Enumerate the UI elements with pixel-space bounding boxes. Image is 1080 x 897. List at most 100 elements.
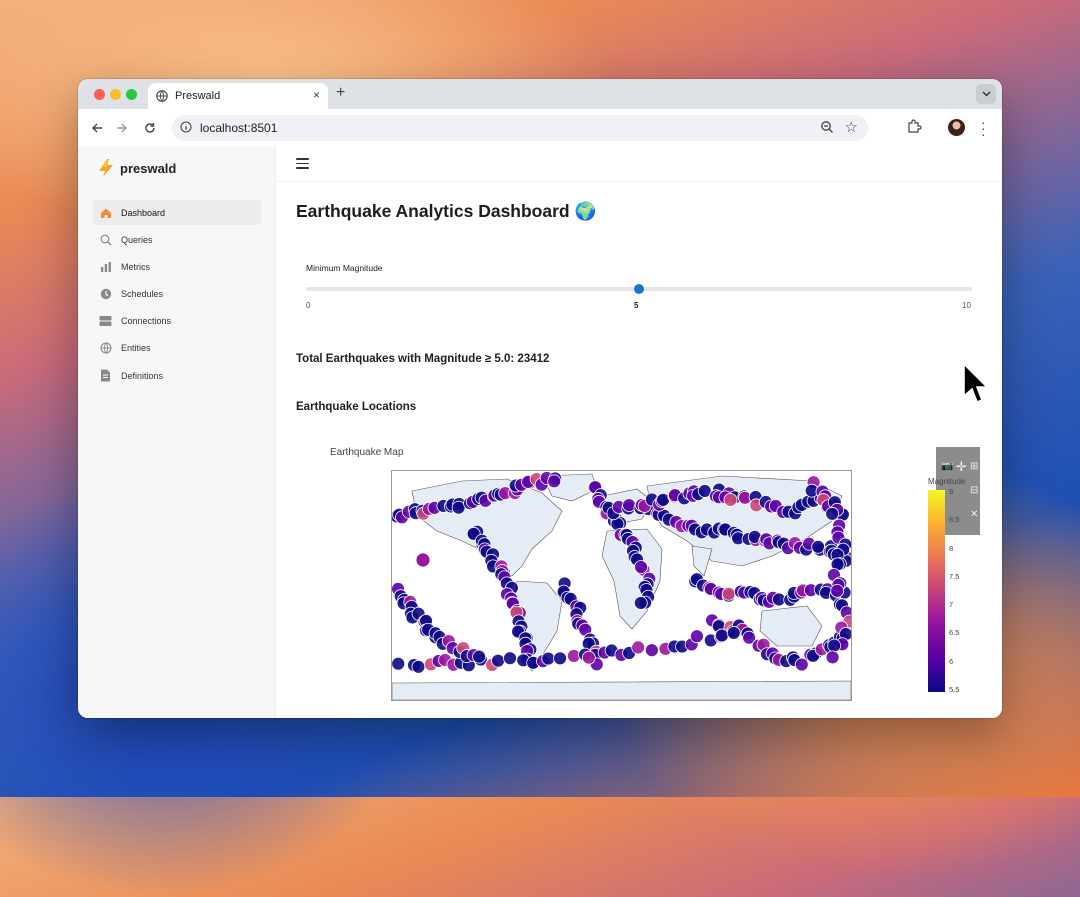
- back-button[interactable]: [87, 118, 107, 138]
- tab-strip: Preswald × +: [78, 79, 1002, 109]
- brand-name: preswald: [120, 160, 177, 176]
- globe-icon: [99, 342, 112, 355]
- url-text: localhost:8501: [200, 121, 278, 135]
- sidebar-item-label: Connections: [121, 316, 172, 327]
- browser-tab[interactable]: Preswald ×: [148, 83, 328, 109]
- zoom-in-icon[interactable]: ⊞: [970, 461, 978, 472]
- colorbar-tick: 8: [949, 543, 954, 553]
- chevron-down-icon: [982, 91, 990, 97]
- zoom-icon[interactable]: [820, 120, 834, 134]
- magnitude-slider[interactable]: [306, 284, 972, 294]
- database-icon: [99, 315, 112, 328]
- quake-point[interactable]: [547, 474, 562, 489]
- more-menu-icon[interactable]: · · ·: [981, 115, 986, 141]
- quake-point[interactable]: [715, 628, 729, 643]
- profile-avatar[interactable]: [948, 119, 965, 136]
- chart-title: Earthquake Map: [330, 447, 404, 458]
- page-title: Earthquake Analytics Dashboard 🌍: [296, 201, 597, 221]
- quake-point[interactable]: [726, 626, 741, 640]
- sidebar-item-metrics[interactable]: Metrics: [93, 254, 261, 279]
- colorbar-tick: 5.5: [949, 685, 960, 694]
- new-tab-button[interactable]: +: [336, 84, 345, 102]
- quake-point[interactable]: [723, 492, 738, 507]
- colorbar-tick: 7: [949, 600, 954, 610]
- quake-point[interactable]: [415, 552, 431, 568]
- sidebar-nav: Dashboard Queries Metrics Schedules Conn…: [93, 200, 261, 390]
- sidebar-item-dashboard[interactable]: Dashboard: [93, 200, 261, 225]
- quake-point[interactable]: [825, 506, 840, 521]
- slider-thumb[interactable]: [634, 284, 644, 294]
- document-icon: [99, 369, 112, 382]
- section-heading: Earthquake Locations: [296, 401, 417, 413]
- sidebar-item-queries[interactable]: Queries: [93, 227, 261, 252]
- sidebar: preswald Dashboard Queries Metrics Sched…: [78, 147, 276, 718]
- quake-point[interactable]: [631, 640, 646, 655]
- reload-icon: [145, 123, 155, 133]
- quake-point[interactable]: [472, 649, 487, 664]
- total-earthquakes-text: Total Earthquakes with Magnitude ≥ 5.0: …: [296, 353, 550, 365]
- reload-button[interactable]: [140, 118, 160, 138]
- bookmark-star-icon[interactable]: ☆: [845, 118, 858, 136]
- address-bar[interactable]: localhost:8501 ☆: [172, 115, 868, 141]
- quake-point[interactable]: [825, 650, 840, 665]
- slider-min-label: 0: [306, 301, 311, 310]
- sidebar-item-label: Queries: [121, 234, 153, 245]
- quake-point[interactable]: [581, 650, 596, 665]
- quake-point[interactable]: [644, 643, 659, 658]
- quake-point[interactable]: [721, 586, 736, 601]
- sidebar-item-entities[interactable]: Entities: [93, 336, 261, 361]
- sidebar-item-label: Definitions: [121, 370, 164, 381]
- extensions-icon[interactable]: [906, 119, 922, 135]
- tab-search-button[interactable]: [976, 84, 996, 104]
- quake-point[interactable]: [392, 656, 406, 671]
- antarctica: [392, 680, 851, 700]
- quake-point[interactable]: [553, 651, 567, 666]
- colorbar-title: Magnitude: [928, 477, 966, 486]
- browser-toolbar: localhost:8501 ☆ · · ·: [78, 109, 1002, 148]
- site-info-icon[interactable]: [180, 121, 192, 133]
- tab-close-icon[interactable]: ×: [313, 88, 320, 102]
- quake-point[interactable]: [830, 583, 845, 598]
- sidebar-item-connections[interactable]: Connections: [93, 309, 261, 334]
- main-content: Earthquake Analytics Dashboard 🌍 Minimum…: [276, 147, 1002, 718]
- colorbar-tick: 9: [949, 487, 954, 496]
- sidebar-item-label: Dashboard: [121, 207, 166, 218]
- reset-axes-icon[interactable]: ✕: [970, 509, 978, 520]
- colorbar: [928, 490, 945, 692]
- quake-point[interactable]: [634, 560, 648, 574]
- quake-point[interactable]: [811, 539, 826, 554]
- sidebar-item-label: Entities: [121, 343, 151, 354]
- close-window-button[interactable]: [94, 89, 105, 100]
- quake-point[interactable]: [827, 638, 842, 653]
- zoom-out-icon[interactable]: ⊟: [970, 485, 978, 496]
- colorbar-tick: 6: [949, 656, 954, 666]
- sidebar-item-definitions[interactable]: Definitions: [93, 363, 261, 388]
- pan-icon[interactable]: ✛: [956, 459, 967, 475]
- quake-point[interactable]: [622, 498, 636, 513]
- camera-icon[interactable]: 📷: [941, 461, 953, 472]
- arrow-right-icon: [117, 123, 127, 133]
- quake-point[interactable]: [503, 651, 517, 666]
- menu-icon[interactable]: [296, 158, 309, 169]
- browser-window: Preswald × + localhost:8501 ☆ · · · pres…: [78, 79, 1002, 718]
- forward-button[interactable]: [112, 118, 132, 138]
- sidebar-item-schedules[interactable]: Schedules: [93, 282, 261, 307]
- quake-point[interactable]: [491, 653, 505, 668]
- quake-point[interactable]: [411, 659, 426, 674]
- search-icon: [99, 233, 112, 246]
- maximize-window-button[interactable]: [126, 89, 137, 100]
- slider-fill: [306, 287, 639, 291]
- preswald-logo-icon: [99, 159, 113, 177]
- slider-label: Minimum Magnitude: [306, 263, 383, 273]
- sidebar-item-label: Schedules: [121, 289, 164, 300]
- globe-icon: [156, 90, 168, 102]
- bar-chart-icon: [99, 260, 112, 273]
- slider-max-label: 10: [962, 301, 971, 310]
- quake-point[interactable]: [690, 629, 704, 644]
- minimize-window-button[interactable]: [110, 89, 121, 100]
- brand[interactable]: preswald: [98, 159, 176, 177]
- quake-point[interactable]: [633, 596, 648, 610]
- quake-point[interactable]: [541, 651, 556, 666]
- earthquake-map[interactable]: [391, 470, 852, 701]
- sidebar-item-label: Metrics: [121, 261, 150, 272]
